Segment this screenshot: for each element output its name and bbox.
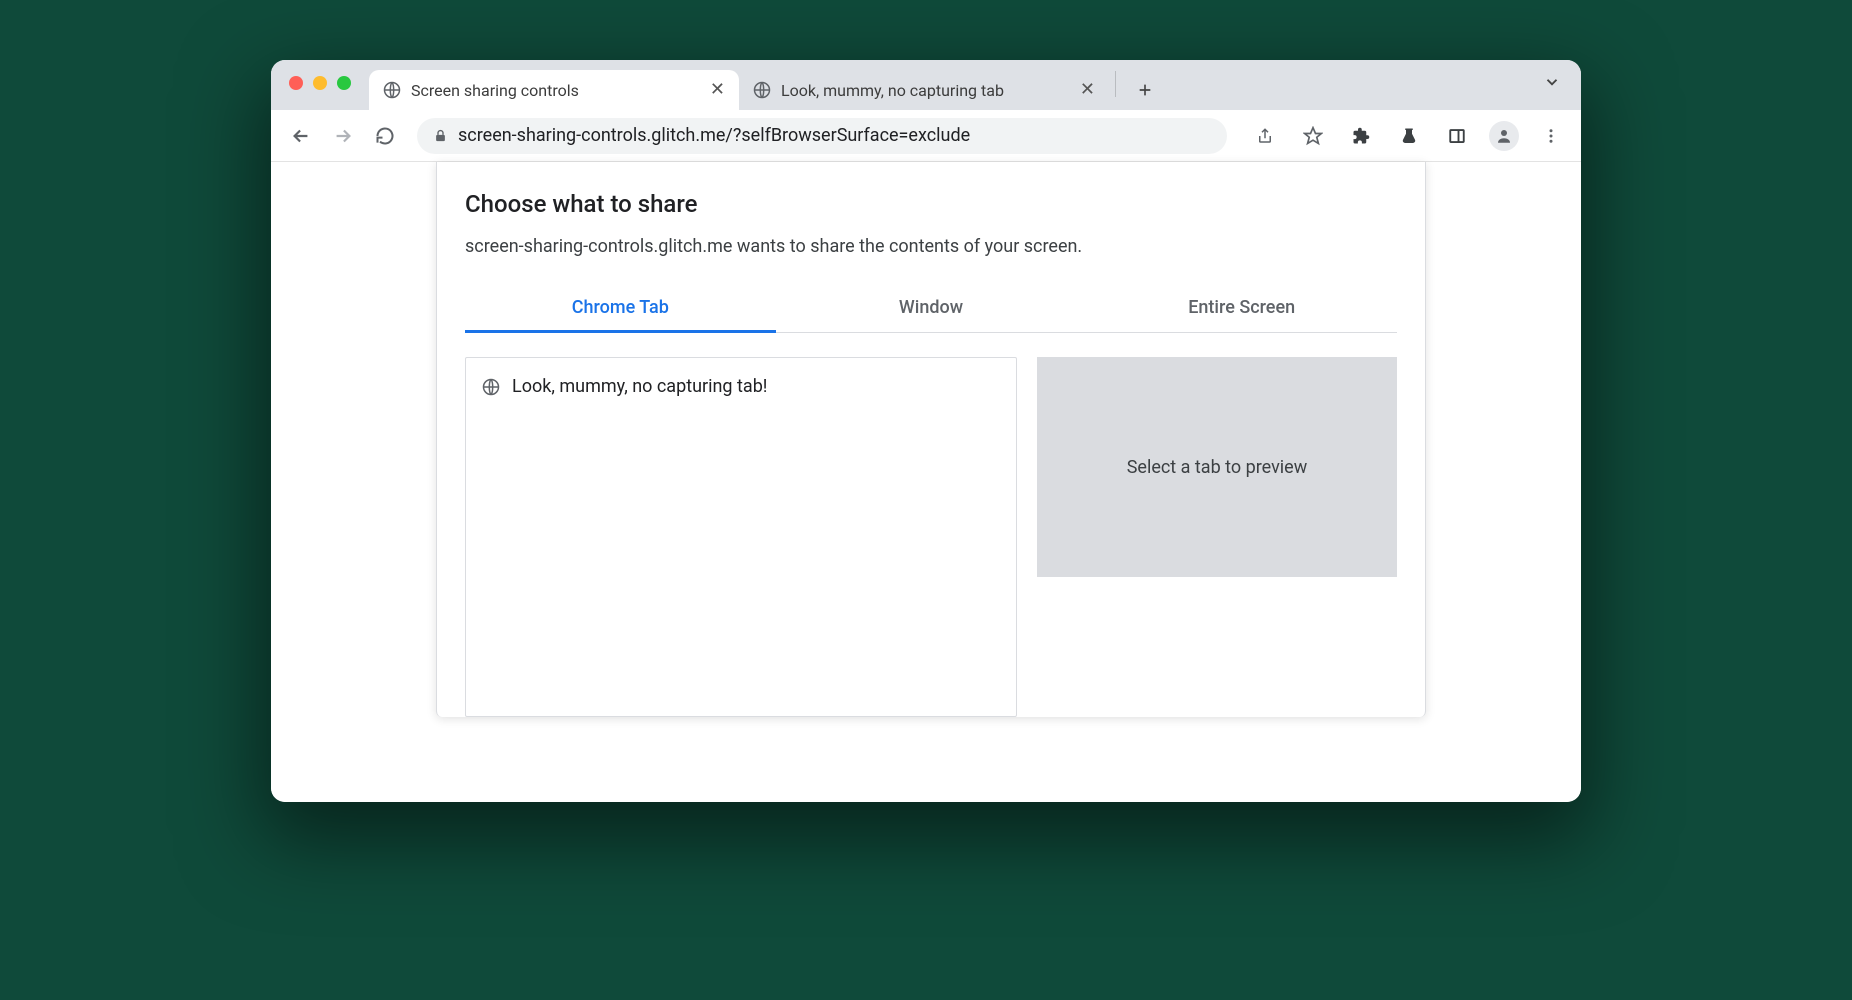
window-minimize-button[interactable] bbox=[313, 76, 327, 90]
tab-close-icon[interactable]: ✕ bbox=[710, 81, 725, 99]
new-tab-button[interactable] bbox=[1128, 73, 1162, 107]
back-button[interactable] bbox=[285, 120, 317, 152]
globe-icon bbox=[753, 81, 771, 99]
tab-close-icon[interactable]: ✕ bbox=[1080, 81, 1095, 99]
preview-text: Select a tab to preview bbox=[1127, 457, 1308, 478]
globe-icon bbox=[383, 81, 401, 99]
profile-button[interactable] bbox=[1489, 121, 1519, 151]
window-maximize-button[interactable] bbox=[337, 76, 351, 90]
share-tab-list: Look, mummy, no capturing tab! bbox=[465, 357, 1017, 717]
tab-active[interactable]: Screen sharing controls ✕ bbox=[369, 70, 739, 110]
star-icon[interactable] bbox=[1297, 120, 1329, 152]
sidepanel-icon[interactable] bbox=[1441, 120, 1473, 152]
tab-inactive[interactable]: Look, mummy, no capturing tab ✕ bbox=[739, 70, 1109, 110]
toolbar: screen-sharing-controls.glitch.me/?selfB… bbox=[271, 110, 1581, 162]
tab-title: Screen sharing controls bbox=[411, 81, 700, 100]
titlebar: Screen sharing controls ✕ Look, mummy, n… bbox=[271, 60, 1581, 110]
tab-strip: Screen sharing controls ✕ Look, mummy, n… bbox=[369, 60, 1581, 110]
tab-overflow-button[interactable] bbox=[1543, 73, 1561, 91]
window-close-button[interactable] bbox=[289, 76, 303, 90]
share-list-item-title: Look, mummy, no capturing tab! bbox=[512, 376, 767, 397]
extensions-icon[interactable] bbox=[1345, 120, 1377, 152]
dialog-title: Choose what to share bbox=[465, 190, 1397, 218]
globe-icon bbox=[482, 378, 500, 396]
page-content: Choose what to share screen-sharing-cont… bbox=[271, 162, 1581, 802]
url-text: screen-sharing-controls.glitch.me/?selfB… bbox=[458, 125, 970, 146]
menu-icon[interactable] bbox=[1535, 120, 1567, 152]
share-icon[interactable] bbox=[1249, 120, 1281, 152]
browser-window: Screen sharing controls ✕ Look, mummy, n… bbox=[271, 60, 1581, 802]
lock-icon bbox=[433, 128, 448, 143]
tab-entire-screen[interactable]: Entire Screen bbox=[1086, 283, 1397, 332]
window-controls bbox=[289, 76, 351, 90]
share-list-item[interactable]: Look, mummy, no capturing tab! bbox=[482, 370, 1000, 403]
screen-share-dialog: Choose what to share screen-sharing-cont… bbox=[436, 162, 1426, 717]
toolbar-actions bbox=[1249, 120, 1567, 152]
labs-icon[interactable] bbox=[1393, 120, 1425, 152]
forward-button[interactable] bbox=[327, 120, 359, 152]
tab-chrome-tab[interactable]: Chrome Tab bbox=[465, 283, 776, 332]
tab-window[interactable]: Window bbox=[776, 283, 1087, 332]
dialog-subtitle: screen-sharing-controls.glitch.me wants … bbox=[465, 236, 1397, 257]
share-source-tabs: Chrome Tab Window Entire Screen bbox=[465, 283, 1397, 333]
tab-separator bbox=[1115, 71, 1116, 97]
share-preview-placeholder: Select a tab to preview bbox=[1037, 357, 1397, 577]
reload-button[interactable] bbox=[369, 120, 401, 152]
share-body: Look, mummy, no capturing tab! Select a … bbox=[465, 357, 1397, 717]
tab-title: Look, mummy, no capturing tab bbox=[781, 81, 1070, 100]
address-bar[interactable]: screen-sharing-controls.glitch.me/?selfB… bbox=[417, 118, 1227, 154]
